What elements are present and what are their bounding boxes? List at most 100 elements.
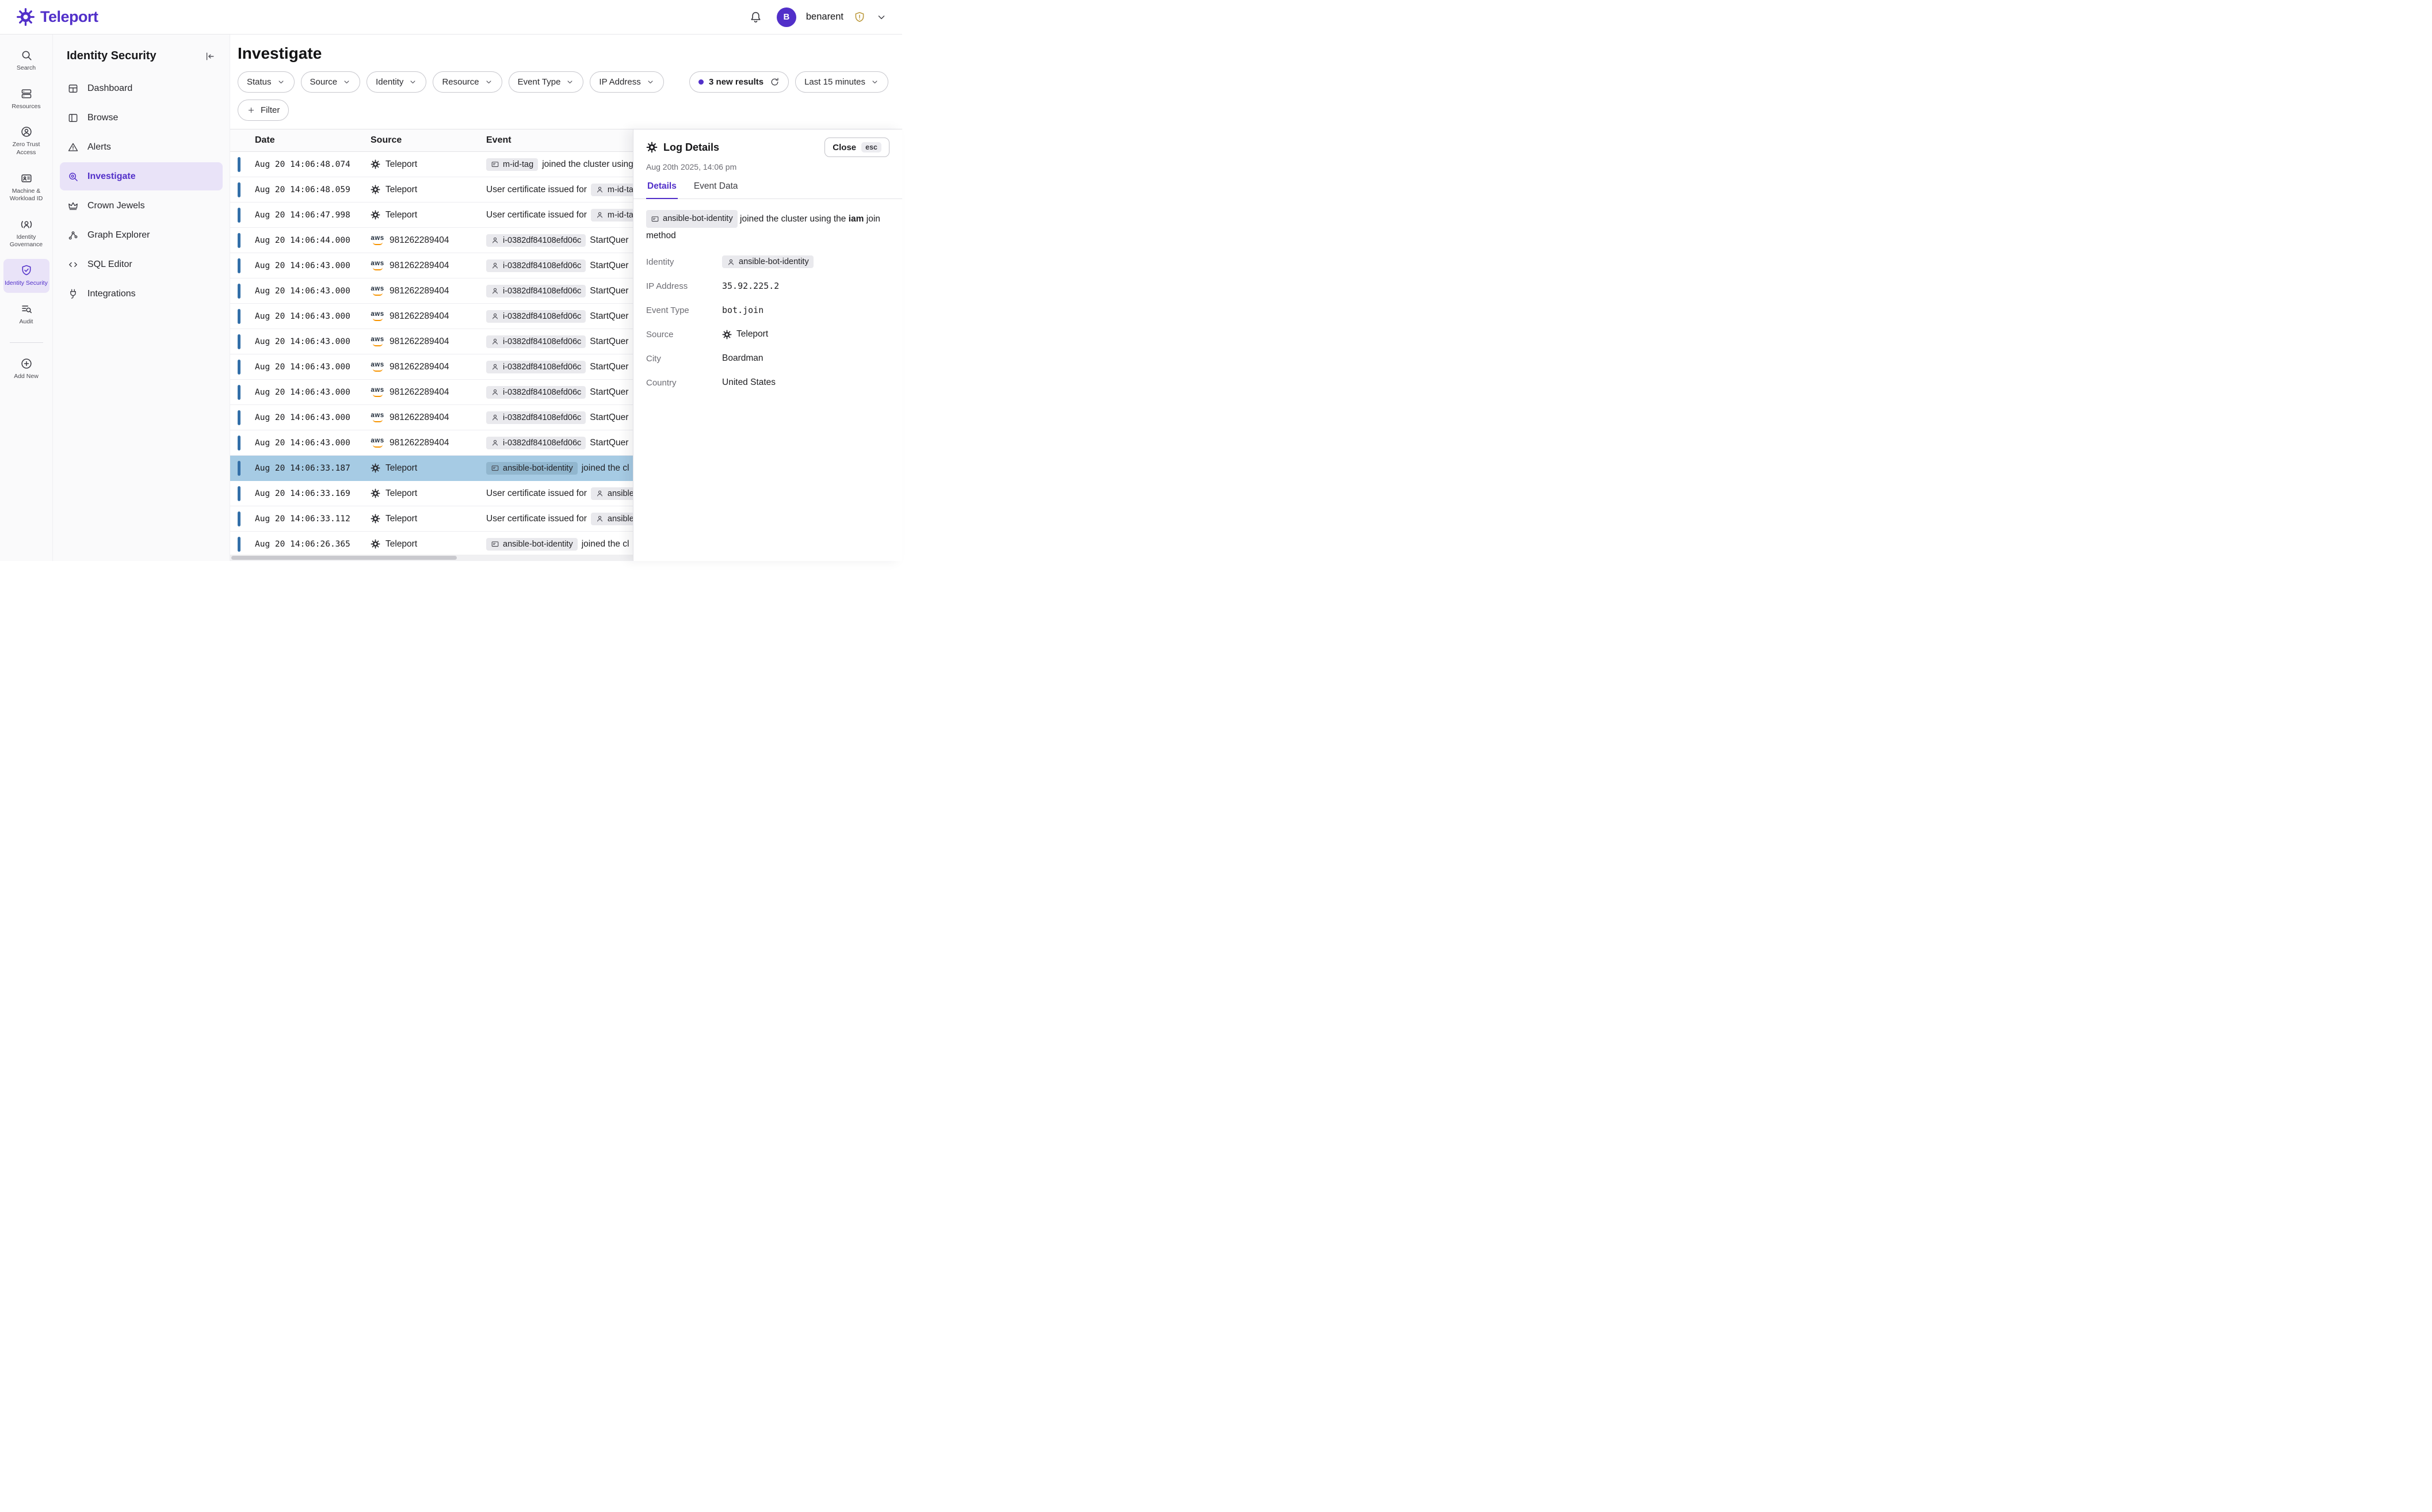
table-row[interactable]: Aug 20 14:06:43.000aws981262289404i-0382… (230, 253, 633, 278)
event-chip: i-0382df84108efd06c (486, 259, 586, 272)
field-value: Teleport (722, 329, 768, 339)
scrollbar-thumb[interactable] (231, 556, 457, 560)
new-results-button[interactable]: 3 new results (689, 71, 789, 93)
table-row[interactable]: Aug 20 14:06:43.000aws981262289404i-0382… (230, 430, 633, 456)
close-button[interactable]: Close esc (824, 138, 889, 157)
chip-label: i-0382df84108efd06c (503, 337, 581, 346)
notifications-bell-icon[interactable] (749, 10, 762, 24)
chip-label: i-0382df84108efd06c (503, 261, 581, 270)
rail-item-search[interactable]: Search (3, 44, 49, 78)
dropdown-chevron-down-icon (277, 78, 285, 86)
sidebar-item-dashboard[interactable]: Dashboard (60, 74, 223, 102)
filter-event-type-dropdown[interactable]: Event Type (509, 71, 584, 93)
table-row[interactable]: Aug 20 14:06:43.000aws981262289404i-0382… (230, 329, 633, 354)
table-row[interactable]: Aug 20 14:06:43.000aws981262289404i-0382… (230, 278, 633, 304)
avatar[interactable]: B (777, 7, 796, 27)
sidebar-item-integrations[interactable]: Integrations (60, 280, 223, 308)
horizontal-scrollbar[interactable] (230, 555, 633, 561)
sidebar-item-investigate[interactable]: Investigate (60, 162, 223, 190)
table-row[interactable]: Aug 20 14:06:44.000aws981262289404i-0382… (230, 228, 633, 253)
chip-label: i-0382df84108efd06c (503, 312, 581, 321)
user-menu-chevron-down-icon[interactable] (876, 12, 887, 23)
filter-resource-dropdown[interactable]: Resource (433, 71, 502, 93)
table-row[interactable]: Aug 20 14:06:43.000aws981262289404i-0382… (230, 354, 633, 380)
rail-item-machine-workload-id[interactable]: Machine & Workload ID (3, 167, 49, 208)
tab-details[interactable]: Details (646, 181, 678, 199)
identity-security-sidebar: Identity Security DashboardBrowseAlertsI… (53, 35, 230, 561)
row-source: Teleport (371, 539, 486, 549)
event-chip: i-0382df84108efd06c (486, 437, 586, 449)
row-source: Teleport (371, 488, 486, 499)
sidebar-item-crown-jewels[interactable]: Crown Jewels (60, 192, 223, 220)
event-chip: i-0382df84108efd06c (486, 285, 586, 297)
row-indicator (238, 309, 240, 324)
time-range-dropdown[interactable]: Last 15 minutes (795, 71, 888, 93)
teleport-gear-icon (371, 185, 380, 194)
table-row[interactable]: Aug 20 14:06:43.000aws981262289404i-0382… (230, 304, 633, 329)
rail-item-audit[interactable]: Audit (3, 297, 49, 331)
account-warning-shield-icon[interactable] (853, 11, 866, 24)
sidebar-item-graph-explorer[interactable]: Graph Explorer (60, 221, 223, 249)
row-indicator-cell (230, 208, 255, 223)
sidebar-item-sql-editor[interactable]: SQL Editor (60, 250, 223, 278)
sidebar-item-browse[interactable]: Browse (60, 104, 223, 132)
sidebar-item-alerts[interactable]: Alerts (60, 133, 223, 161)
row-indicator (238, 208, 240, 223)
tab-event-data[interactable]: Event Data (693, 181, 739, 198)
teleport-logo[interactable]: Teleport (16, 7, 98, 26)
field-value-text: 35.92.225.2 (722, 281, 779, 291)
rail-item-identity-governance[interactable]: Identity Governance (3, 213, 49, 254)
collapse-sidebar-icon[interactable] (204, 51, 216, 62)
filter-label: Source (310, 77, 338, 87)
aws-logo-text: aws (371, 438, 384, 445)
rail-item-resources[interactable]: Resources (3, 82, 49, 116)
event-text: StartQuer (590, 362, 628, 372)
table-row[interactable]: Aug 20 14:06:33.112TeleportUser certific… (230, 506, 633, 532)
filter-identity-dropdown[interactable]: Identity (366, 71, 426, 93)
table-row[interactable]: Aug 20 14:06:47.998TeleportUser certific… (230, 203, 633, 228)
chip-label: ansible-bot-identity (663, 212, 733, 226)
rail-item-identity-security[interactable]: Identity Security (3, 259, 49, 293)
sidebar-item-label: SQL Editor (87, 259, 132, 270)
sidebar-item-label: Dashboard (87, 83, 132, 94)
aws-logo-text: aws (371, 311, 384, 318)
filter-source-dropdown[interactable]: Source (301, 71, 361, 93)
detail-field-ip-address: IP Address35.92.225.2 (646, 279, 889, 293)
row-indicator-cell (230, 284, 255, 299)
page-title: Investigate (238, 44, 888, 63)
add-filter-button[interactable]: Filter (238, 100, 289, 121)
row-source: aws981262289404 (371, 362, 486, 372)
event-text: StartQuer (590, 235, 628, 246)
filter-ip-address-dropdown[interactable]: IP Address (590, 71, 663, 93)
aws-smile-shape (373, 268, 383, 270)
filter-label: Event Type (518, 77, 561, 87)
table-row[interactable]: Aug 20 14:06:26.365Teleportansible-bot-i… (230, 532, 633, 557)
table-row[interactable]: Aug 20 14:06:33.187Teleportansible-bot-i… (230, 456, 633, 481)
dropdown-chevron-down-icon (484, 78, 493, 86)
event-text: User certificate issued for (486, 488, 587, 499)
aws-logo-text: aws (371, 235, 384, 242)
aws-smile-shape (373, 343, 383, 346)
table-row[interactable]: Aug 20 14:06:48.059TeleportUser certific… (230, 177, 633, 203)
filter-status-dropdown[interactable]: Status (238, 71, 295, 93)
table-row[interactable]: Aug 20 14:06:48.074Teleportm-id-tagjoine… (230, 152, 633, 177)
row-event: User certificate issued foransible (486, 487, 633, 500)
row-indicator-cell (230, 182, 255, 197)
row-indicator (238, 461, 240, 476)
row-event: i-0382df84108efd06cStartQuer (486, 361, 633, 373)
rail-item-label: Audit (20, 318, 33, 326)
rail-item-add-new[interactable]: Add New (3, 352, 49, 386)
row-indicator (238, 157, 240, 172)
sidebar-item-label: Crown Jewels (87, 201, 145, 211)
event-chip: ansible-bot-identity (486, 462, 578, 475)
source-label: 981262289404 (390, 337, 449, 347)
event-text: joined the cl (582, 463, 629, 474)
table-row[interactable]: Aug 20 14:06:43.000aws981262289404i-0382… (230, 405, 633, 430)
chip-label: ansible-bot-identity (503, 540, 573, 549)
sidebar-item-label: Browse (87, 113, 118, 123)
rail-item-zero-trust-access[interactable]: Zero Trust Access (3, 120, 49, 162)
table-row[interactable]: Aug 20 14:06:33.169TeleportUser certific… (230, 481, 633, 506)
event-text: User certificate issued for (486, 210, 587, 220)
rail-item-label: Machine & Workload ID (5, 188, 48, 203)
table-row[interactable]: Aug 20 14:06:43.000aws981262289404i-0382… (230, 380, 633, 405)
